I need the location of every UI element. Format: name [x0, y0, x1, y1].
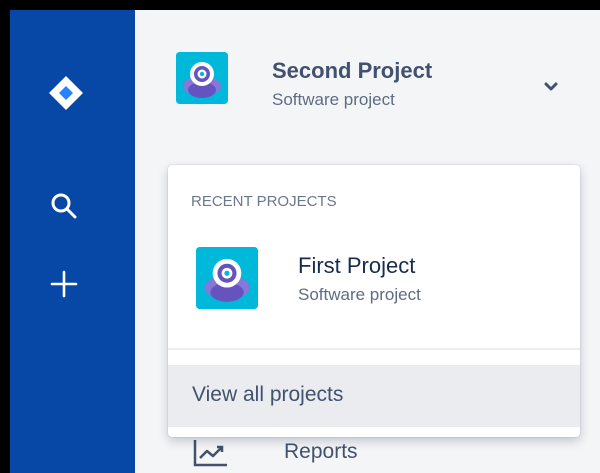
app-frame: Second Project Software project Reports … [10, 10, 600, 473]
sidebar-item-reports[interactable]: Reports [192, 438, 492, 473]
sidebar-item-label: Reports [284, 440, 358, 463]
dropdown-divider [168, 348, 580, 350]
robot-ufo-avatar-icon [196, 247, 258, 309]
reports-chart-icon [192, 438, 230, 468]
global-navigation [10, 10, 135, 473]
recent-project-name: First Project [298, 253, 416, 278]
view-all-projects-link[interactable]: View all projects [168, 365, 580, 427]
recent-project-type: Software project [298, 285, 421, 304]
current-project-type: Software project [272, 90, 395, 109]
project-switcher-dropdown: RECENT PROJECTS First Project Software p… [168, 165, 580, 437]
recent-project-item[interactable]: First Project Software project [168, 235, 580, 315]
plus-icon[interactable] [50, 270, 78, 298]
robot-ufo-avatar-icon [176, 52, 228, 104]
chevron-down-icon[interactable] [542, 78, 560, 96]
current-project-name: Second Project [272, 58, 433, 83]
search-icon[interactable] [50, 192, 78, 220]
recent-projects-heading: RECENT PROJECTS [191, 193, 337, 210]
project-switcher-button[interactable]: Second Project Software project [172, 52, 582, 134]
view-all-projects-label: View all projects [192, 383, 344, 406]
jira-logo-icon[interactable] [48, 75, 84, 111]
